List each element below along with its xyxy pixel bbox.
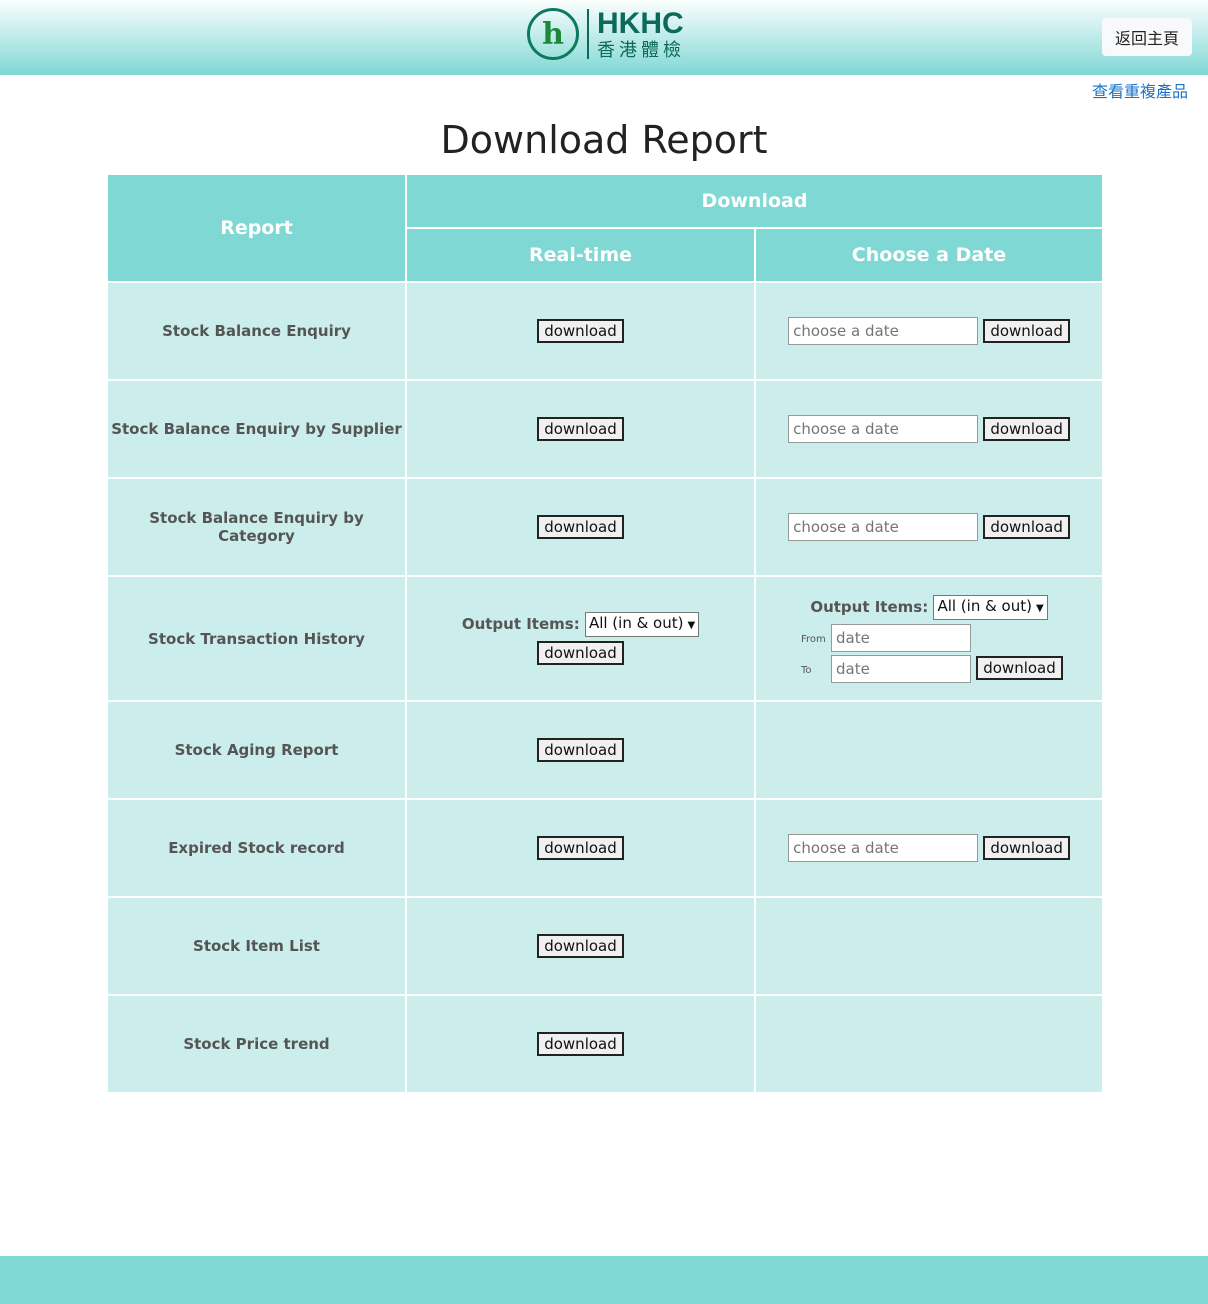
report-table: Report Download Real-time Choose a Date …	[106, 173, 1104, 1094]
output-items-label: Output Items:	[461, 615, 580, 633]
download-button[interactable]: download	[537, 836, 624, 860]
report-name: Stock Transaction History	[106, 575, 407, 702]
output-items-label: Output Items:	[810, 597, 929, 616]
footer	[0, 1256, 1208, 1304]
output-items-select[interactable]: All (in & out) ▼	[584, 612, 700, 637]
date-cell	[754, 896, 1104, 996]
realtime-cell: download	[405, 379, 756, 479]
download-button[interactable]: download	[537, 641, 624, 665]
realtime-cell: download	[405, 798, 756, 898]
from-date-input[interactable]	[831, 623, 971, 652]
download-button[interactable]: download	[537, 319, 624, 343]
table-row: Stock Balance Enquiry download download	[106, 281, 1104, 381]
table-row: Stock Transaction History Output Items: A…	[106, 575, 1104, 702]
download-button[interactable]: download	[537, 417, 624, 441]
realtime-cell: download	[405, 896, 756, 996]
output-items-selected: All (in & out)	[937, 596, 1032, 615]
report-name: Stock Balance Enquiry by Category	[106, 477, 407, 577]
download-button[interactable]: download	[983, 514, 1070, 539]
logo-divider	[587, 9, 589, 59]
logo-text-en: HKHC	[597, 6, 684, 40]
date-input[interactable]	[788, 317, 979, 345]
report-name: Stock Aging Report	[106, 700, 407, 800]
date-cell: download	[754, 379, 1104, 479]
download-button[interactable]: download	[976, 656, 1063, 680]
to-label: To	[801, 665, 812, 676]
view-duplicate-products-link[interactable]: 查看重複產品	[1092, 78, 1188, 102]
to-date-input[interactable]	[831, 654, 971, 683]
chevron-down-icon: ▼	[687, 620, 696, 631]
download-button[interactable]: download	[537, 738, 624, 762]
header-realtime: Real-time	[405, 227, 756, 283]
report-name: Stock Balance Enquiry	[106, 281, 407, 381]
table-row: Stock Aging Report download	[106, 700, 1104, 800]
download-button[interactable]: download	[537, 934, 624, 958]
header-choose-date: Choose a Date	[754, 227, 1104, 283]
date-cell: Output Items: All (in & out)▼ From To down…	[754, 575, 1104, 702]
header: h HKHC 香港體檢 返回主頁	[0, 0, 1208, 75]
home-button[interactable]: 返回主頁	[1102, 18, 1192, 56]
date-cell	[754, 994, 1104, 1094]
realtime-cell: Output Items: All (in & out) ▼ download	[405, 575, 756, 702]
table-row: Stock Price trend download	[106, 994, 1104, 1094]
download-button[interactable]: download	[983, 416, 1070, 441]
output-items-select[interactable]: All (in & out) ▼	[933, 594, 1048, 620]
header-report: Report	[106, 173, 407, 283]
date-cell: download	[754, 798, 1104, 898]
date-input[interactable]	[788, 834, 979, 862]
chevron-down-icon: ▼	[1035, 602, 1044, 614]
realtime-cell: download	[405, 994, 756, 1094]
logo-icon: h	[527, 8, 579, 60]
table-row: Stock Balance Enquiry by Supplier downloa…	[106, 379, 1104, 479]
from-label: From	[801, 634, 826, 645]
hkhc-logo[interactable]: h HKHC 香港體檢	[527, 8, 685, 60]
table-row: Stock Balance Enquiry by Category downloa…	[106, 477, 1104, 577]
date-cell	[754, 700, 1104, 800]
date-cell: download	[754, 281, 1104, 381]
table-row: Stock Item List download	[106, 896, 1104, 996]
table-row: Expired Stock record download download	[106, 798, 1104, 898]
download-button[interactable]: download	[983, 318, 1070, 343]
download-button[interactable]: download	[537, 515, 624, 539]
report-name: Expired Stock record	[106, 798, 407, 898]
realtime-cell: download	[405, 700, 756, 800]
download-button[interactable]: download	[537, 1032, 624, 1056]
header-download: Download	[405, 173, 1104, 229]
report-name: Stock Price trend	[106, 994, 407, 1094]
date-input[interactable]	[788, 415, 979, 443]
realtime-cell: download	[405, 477, 756, 577]
date-cell: download	[754, 477, 1104, 577]
realtime-cell: download	[405, 281, 756, 381]
page-title: Download Report	[440, 118, 768, 162]
report-name: Stock Item List	[106, 896, 407, 996]
date-input[interactable]	[788, 513, 979, 541]
download-button[interactable]: download	[983, 835, 1070, 860]
output-items-selected: All (in & out)	[588, 614, 684, 632]
report-name: Stock Balance Enquiry by Supplier	[106, 379, 407, 479]
logo-text-zh: 香港體檢	[597, 39, 685, 61]
